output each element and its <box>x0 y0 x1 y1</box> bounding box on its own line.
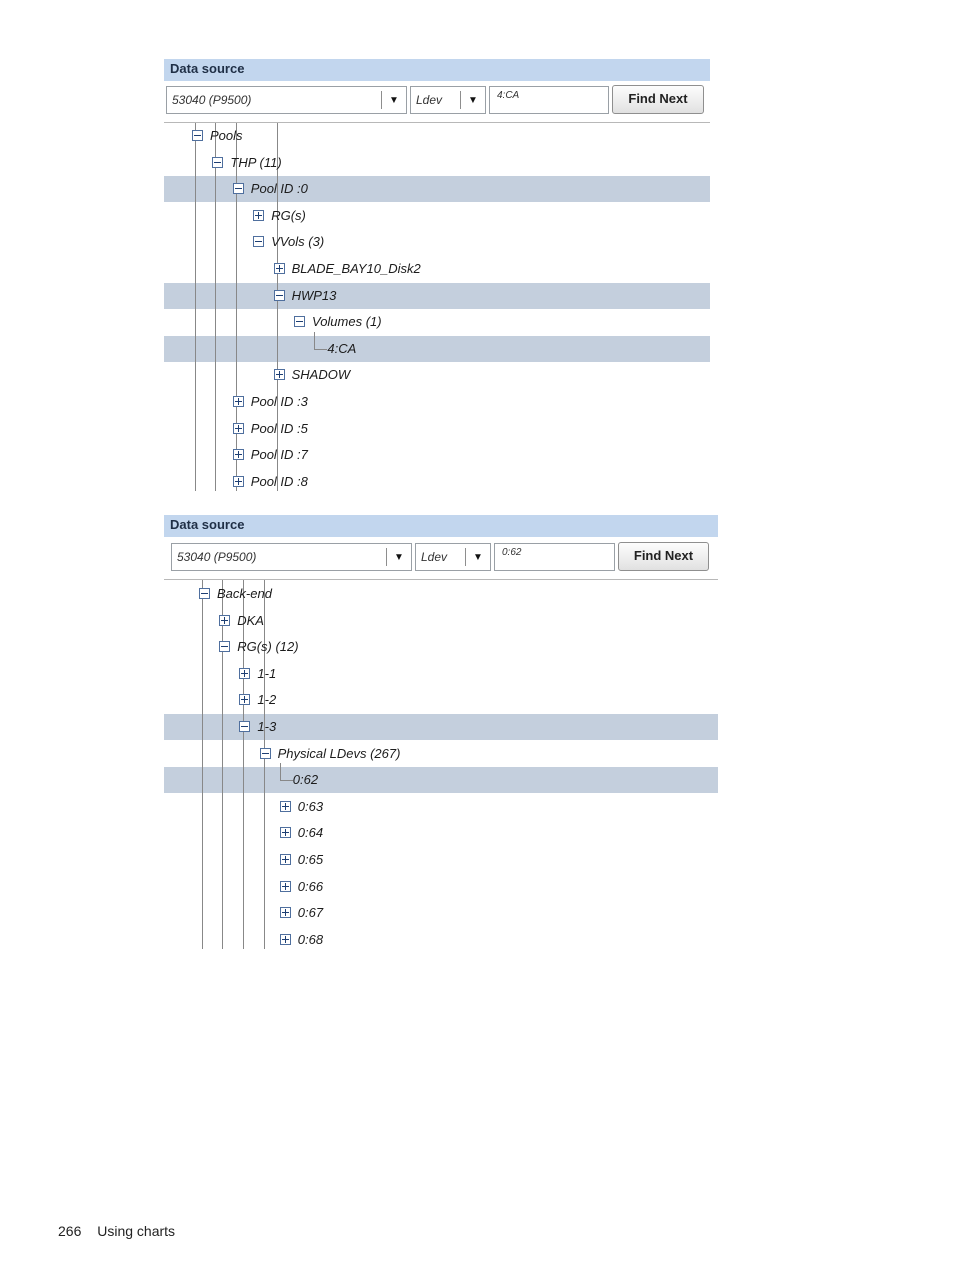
data-source-header: Data source <box>164 515 718 537</box>
selected-row-highlight <box>164 335 710 362</box>
tree-node-label: Pool ID :0 <box>250 181 308 197</box>
expand-plus-icon[interactable] <box>232 396 244 407</box>
expand-plus-icon[interactable] <box>239 694 251 706</box>
selected-row-highlight <box>164 767 718 794</box>
source-select-value: 53040 (P9500) <box>172 93 252 107</box>
expand-plus-icon[interactable] <box>239 667 251 679</box>
tree-node-label: HWP13 <box>291 287 337 303</box>
collapse-minus-icon[interactable] <box>192 130 203 141</box>
data-source-header: Data source <box>164 59 710 81</box>
tree-node-label: 1-2 <box>257 692 277 708</box>
tree-node-label: 1-3 <box>257 719 277 734</box>
chevron-down-icon[interactable]: ▼ <box>461 87 485 113</box>
tree-node-label: 4:CA <box>327 340 357 356</box>
chevron-down-icon[interactable]: ▼ <box>466 544 490 570</box>
tree-node-label: 0:64 <box>297 825 324 841</box>
expand-plus-icon[interactable] <box>232 449 244 461</box>
tree-node-label: SHADOW <box>291 367 351 383</box>
collapse-minus-icon[interactable] <box>212 156 224 168</box>
tree-node-label: 0:67 <box>297 905 324 921</box>
tree-guide-line <box>195 123 196 491</box>
tree-node-label: 0:66 <box>297 878 324 894</box>
tree-node-label: DKA <box>237 612 264 628</box>
find-next-button[interactable]: Find Next <box>618 542 709 571</box>
tree-node-label: 1-1 <box>257 665 277 681</box>
tree-guide-line <box>202 580 203 949</box>
tree-node-label: RG(s) (12) <box>237 639 299 655</box>
find-next-button[interactable]: Find Next <box>612 85 704 114</box>
tree-node-label: THP (11) <box>230 154 282 170</box>
tree-guide-line <box>236 123 237 491</box>
collapse-minus-icon[interactable] <box>294 316 305 328</box>
chevron-down-icon[interactable]: ▼ <box>382 87 406 113</box>
expand-plus-icon[interactable] <box>279 880 291 892</box>
tree-node-label: VVols (3) <box>271 234 325 250</box>
expand-plus-icon[interactable] <box>219 614 231 626</box>
expand-plus-icon[interactable] <box>232 475 244 487</box>
tree-elbow-line <box>279 763 293 782</box>
collapse-minus-icon[interactable] <box>239 721 251 732</box>
tree-node-label: BLADE_BAY10_Disk2 <box>291 261 421 276</box>
tree-node-label: 0:68 <box>297 931 324 947</box>
chevron-down-icon[interactable]: ▼ <box>387 544 411 570</box>
source-select-value: 53040 (P9500) <box>177 550 257 564</box>
tree-guide-line <box>264 580 265 949</box>
expand-plus-icon[interactable] <box>273 369 285 381</box>
source-select[interactable]: 53040 (P9500) ▼ <box>171 543 412 571</box>
tree-view: Back-end DKA RG(s) (12) 1-1 1-2 1-3 Physical L… <box>164 579 718 949</box>
data-source-panel: Data source 53040 (P9500) ▼ Ldev ▼ 4:CA … <box>164 59 710 491</box>
expand-plus-icon[interactable] <box>279 800 291 812</box>
collapse-minus-icon[interactable] <box>259 747 271 759</box>
tree-view: Pools THP (11) Pool ID :0 RG(s) VVols (3) BLA… <box>164 122 710 491</box>
selected-row-highlight <box>164 282 710 309</box>
tree-guide-line <box>277 123 278 491</box>
type-select-value: Ldev <box>421 550 448 564</box>
search-input[interactable]: 4:CA <box>489 86 609 114</box>
section-title: Using charts <box>97 1223 176 1239</box>
type-select-value: Ldev <box>416 93 443 107</box>
tree-guide-line <box>215 123 216 491</box>
type-select[interactable]: Ldev ▼ <box>410 86 486 114</box>
tree-node-label: Back-end <box>217 586 272 601</box>
tree-node-label: 0:63 <box>297 798 324 814</box>
selected-row-highlight <box>164 176 710 203</box>
expand-plus-icon[interactable] <box>279 854 291 865</box>
search-input[interactable]: 0:62 <box>494 543 615 571</box>
tree-node-label: 0:62 <box>292 772 319 788</box>
tree-node-label: Pool ID :7 <box>250 447 308 463</box>
tree-guide-line <box>243 580 244 949</box>
tree-node-label: Pools <box>210 128 243 143</box>
collapse-minus-icon[interactable] <box>219 641 231 653</box>
tree-guide-line <box>222 580 223 949</box>
expand-plus-icon[interactable] <box>253 209 265 221</box>
collapse-minus-icon[interactable] <box>199 588 210 599</box>
expand-plus-icon[interactable] <box>279 827 291 839</box>
collapse-minus-icon[interactable] <box>253 236 265 248</box>
expand-plus-icon[interactable] <box>279 933 291 945</box>
expand-plus-icon[interactable] <box>279 907 291 919</box>
tree-node-label: Pool ID :5 <box>250 420 308 436</box>
tree-node-label: Pool ID :3 <box>250 394 308 409</box>
tree-node-label: Volumes (1) <box>312 314 382 330</box>
expand-plus-icon[interactable] <box>273 263 285 274</box>
tree-node-label: Physical LDevs (267) <box>277 745 401 761</box>
collapse-minus-icon[interactable] <box>232 183 244 195</box>
data-source-panel: Data source 53040 (P9500) ▼ Ldev ▼ 0:62 … <box>164 515 718 949</box>
tree-node-label: Pool ID :8 <box>250 473 308 489</box>
type-select[interactable]: Ldev ▼ <box>415 543 491 571</box>
tree-elbow-line <box>314 331 328 350</box>
collapse-minus-icon[interactable] <box>273 289 285 301</box>
tree-node-label: RG(s) <box>271 207 306 223</box>
tree-node-label: 0:65 <box>297 852 324 867</box>
expand-plus-icon[interactable] <box>232 422 244 434</box>
page-footer: 266 Using charts <box>58 1223 175 1239</box>
source-select[interactable]: 53040 (P9500) ▼ <box>166 86 407 114</box>
page-number: 266 <box>58 1223 82 1239</box>
